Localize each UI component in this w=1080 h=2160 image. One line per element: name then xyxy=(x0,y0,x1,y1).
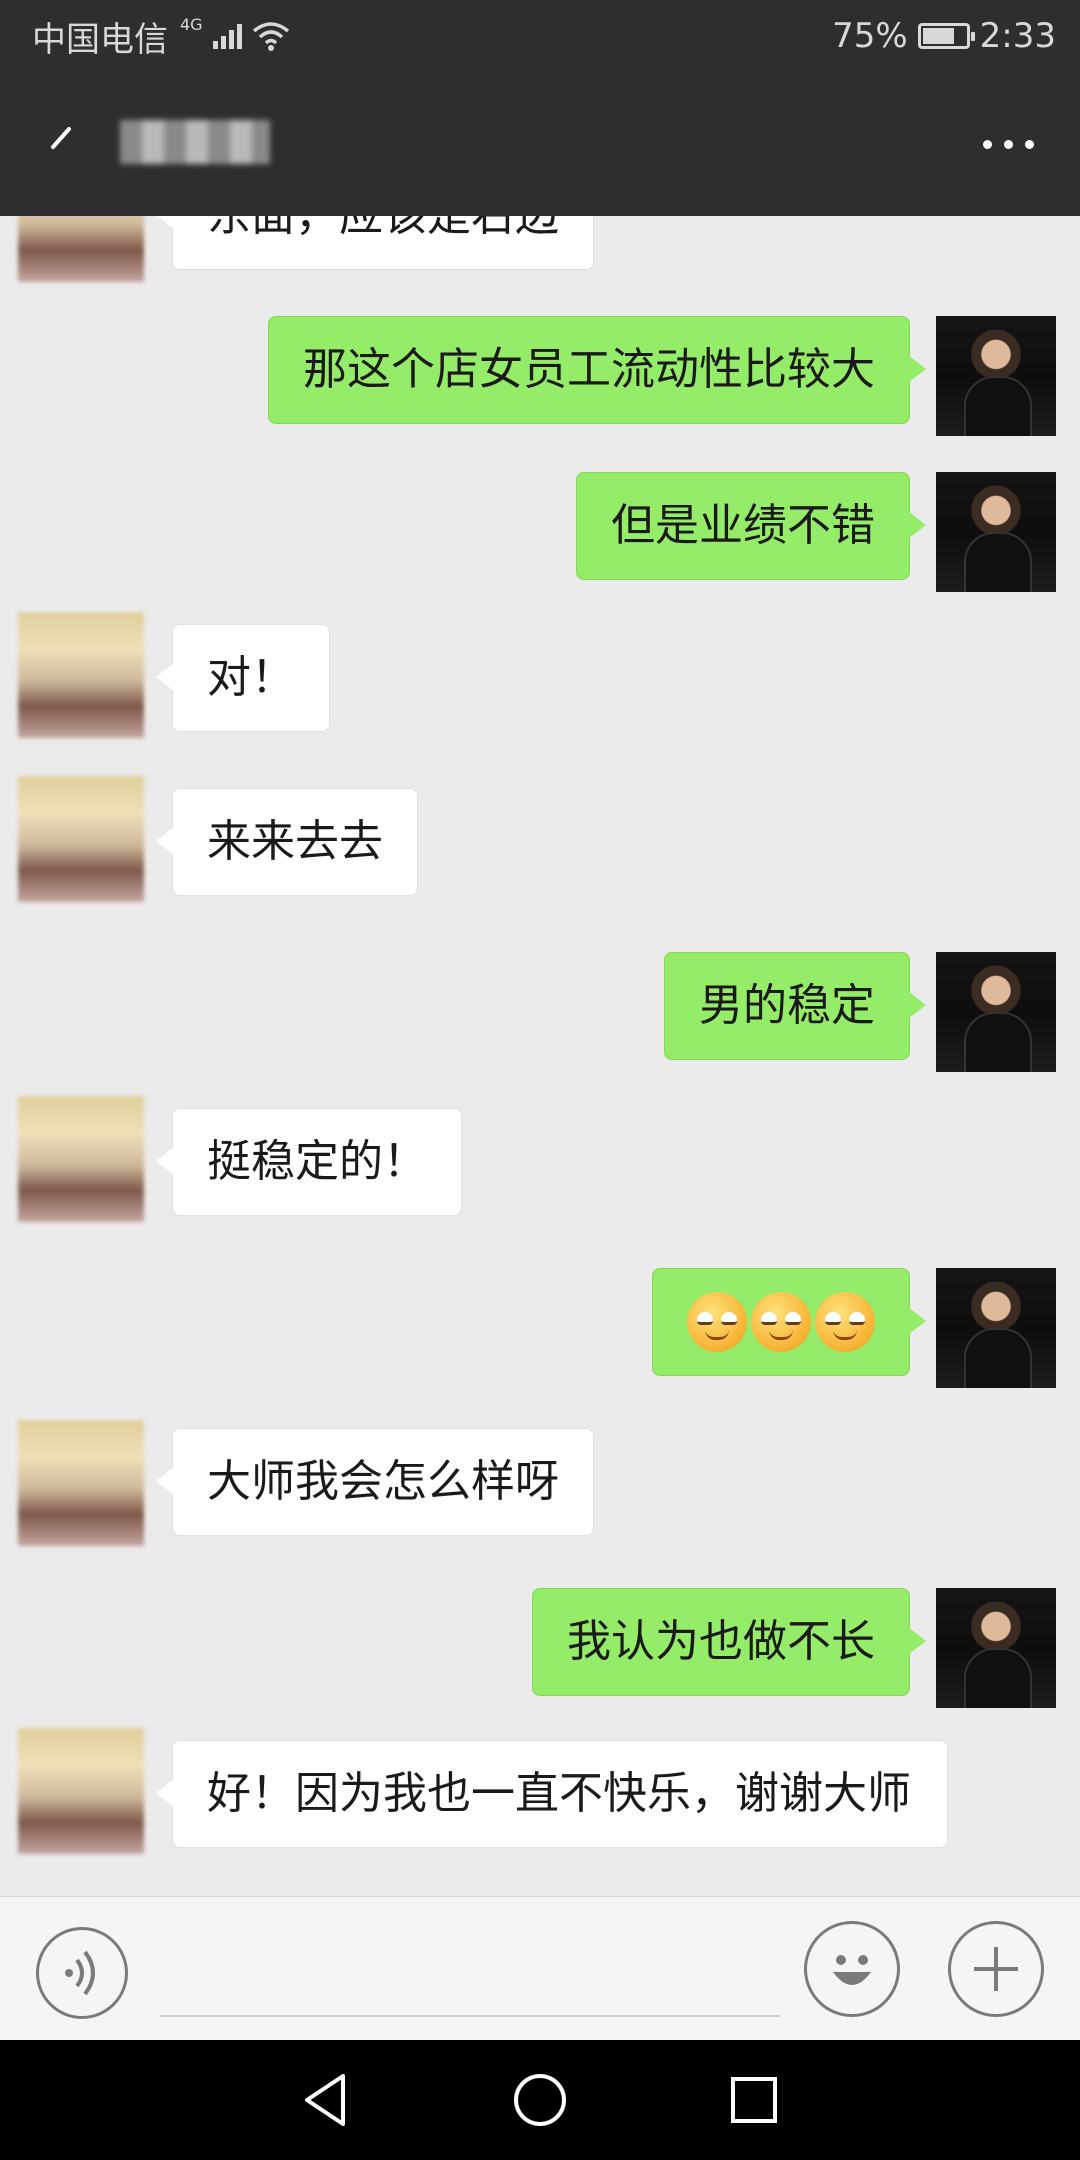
more-options-button[interactable] xyxy=(983,124,1034,164)
friend-avatar[interactable] xyxy=(18,1096,144,1222)
my-avatar[interactable] xyxy=(936,472,1056,592)
message-bubble[interactable]: 男的稳定 xyxy=(664,952,926,1060)
message-bubble[interactable]: 来来去去 xyxy=(156,788,418,896)
my-avatar[interactable] xyxy=(936,952,1056,1072)
message-bubble[interactable]: 我认为也做不长 xyxy=(532,1588,926,1696)
emoji-icon xyxy=(833,1955,871,1985)
system-nav-bar xyxy=(0,2040,1080,2160)
more-dots-icon xyxy=(983,139,1034,149)
wifi-icon xyxy=(252,22,289,51)
chat-title-blurred xyxy=(120,120,270,164)
back-arrow-icon xyxy=(51,127,71,149)
more-functions-button[interactable] xyxy=(948,1921,1044,2017)
message-bubble[interactable]: 挺稳定的！ xyxy=(156,1108,462,1216)
smirk-face-icon xyxy=(687,1292,747,1352)
my-avatar[interactable] xyxy=(936,1588,1056,1708)
message-bubble-emoji[interactable] xyxy=(652,1268,926,1376)
friend-avatar[interactable] xyxy=(18,1420,144,1546)
message-bubble[interactable]: 但是业绩不错 xyxy=(576,472,926,580)
battery-icon xyxy=(917,23,975,49)
back-button[interactable] xyxy=(36,116,84,164)
emoji-row xyxy=(687,1289,875,1355)
chat-message-list[interactable]: 东面，应该是右边 那这个店女员工流动性比较大 但是业绩不错 对！ 来来去去 男的… xyxy=(0,216,1080,1896)
input-underline xyxy=(160,2015,780,2017)
network-type-label: 4G xyxy=(180,14,203,34)
smirk-face-icon xyxy=(751,1292,811,1352)
signal-icon xyxy=(212,23,242,49)
voice-icon xyxy=(65,1950,95,1996)
clock: 2:33 xyxy=(979,16,1056,56)
friend-avatar[interactable] xyxy=(18,216,144,282)
status-left: 中国电信 4G xyxy=(32,12,290,61)
message-bubble[interactable]: 东面，应该是右边 xyxy=(156,216,594,270)
battery-fill xyxy=(922,28,955,44)
status-bar: 中国电信 4G 75% 2:33 xyxy=(0,0,1080,72)
nav-back-icon[interactable] xyxy=(301,2072,351,2128)
message-bubble[interactable]: 好！因为我也一直不快乐，谢谢大师 xyxy=(156,1740,948,1848)
battery-percent: 75% xyxy=(832,16,908,56)
message-bubble[interactable]: 大师我会怎么样呀 xyxy=(156,1428,594,1536)
input-bar xyxy=(0,1896,1080,2040)
message-bubble[interactable]: 对！ xyxy=(156,624,330,732)
status-right: 75% 2:33 xyxy=(832,16,1056,56)
message-input[interactable] xyxy=(160,1933,780,2013)
carrier-label: 中国电信 xyxy=(32,19,168,60)
nav-home-icon[interactable] xyxy=(512,2072,568,2128)
friend-avatar[interactable] xyxy=(18,776,144,902)
message-bubble[interactable]: 那这个店女员工流动性比较大 xyxy=(268,316,926,424)
smirk-face-icon xyxy=(815,1292,875,1352)
emoji-button[interactable] xyxy=(804,1921,900,2017)
my-avatar[interactable] xyxy=(936,316,1056,436)
nav-recents-icon[interactable] xyxy=(729,2075,779,2125)
my-avatar[interactable] xyxy=(936,1268,1056,1388)
friend-avatar[interactable] xyxy=(18,1728,144,1854)
voice-input-button[interactable] xyxy=(36,1927,128,2019)
chat-header xyxy=(0,72,1080,216)
friend-avatar[interactable] xyxy=(18,612,144,738)
plus-icon xyxy=(974,1947,1018,1991)
